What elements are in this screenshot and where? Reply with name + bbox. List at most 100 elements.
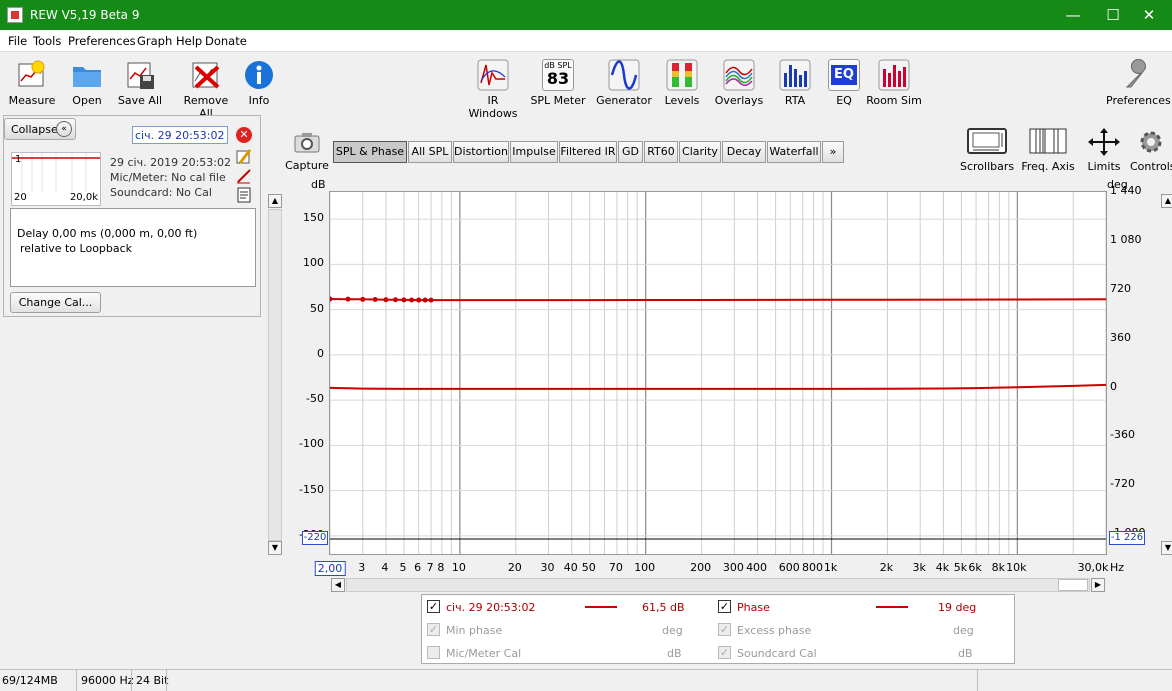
menu-graph[interactable]: Graph <box>137 34 172 48</box>
x-tick-label: 50 <box>581 561 596 574</box>
x-tick-label: 70 <box>608 561 623 574</box>
horizontal-scrollbar-track[interactable] <box>346 578 1090 592</box>
measurement-panel: Collapse « січ. 29 20:53:02 ✕ 1 20 20,0k… <box>3 115 261 317</box>
generator-button[interactable]: Generator <box>596 59 652 107</box>
remove-measurement-icon[interactable]: ✕ <box>236 127 252 143</box>
tab-decay[interactable]: Decay <box>722 141 766 163</box>
relative-text: relative to Loopback <box>20 242 133 255</box>
scroll-down-right-button[interactable]: ▼ <box>1161 541 1172 555</box>
title-bar: REW V5,19 Beta 9 — ☐ ✕ <box>0 0 1172 30</box>
freq-axis-button[interactable]: Freq. Axis <box>1020 127 1076 173</box>
scroll-up-right-button[interactable]: ▲ <box>1161 194 1172 208</box>
x-tick-label: 4k <box>935 561 950 574</box>
open-button[interactable]: Open <box>66 59 108 107</box>
y-min-field[interactable]: -220 <box>302 531 328 545</box>
x-tick-label: 7 <box>426 561 434 574</box>
measurement-notes[interactable]: Delay 0,00 ms (0,000 m, 0,00 ft) relativ… <box>10 208 256 287</box>
save-all-button[interactable]: Save All <box>117 59 163 107</box>
tab-waterfall[interactable]: Waterfall <box>767 141 821 163</box>
x-tick-label: 6k <box>968 561 982 574</box>
open-label: Open <box>72 94 102 107</box>
tab-clarity[interactable]: Clarity <box>679 141 721 163</box>
edit-measurement-icon[interactable] <box>236 149 252 165</box>
levels-button[interactable]: Levels <box>660 59 704 107</box>
x-tick-label: 10 <box>451 561 466 574</box>
pen-icon[interactable] <box>236 168 252 184</box>
notes-icon[interactable] <box>236 187 252 203</box>
scroll-down-button[interactable]: ▼ <box>268 541 282 555</box>
menu-file[interactable]: File <box>8 34 27 48</box>
y2-tick-label: 1 440 <box>1110 184 1142 197</box>
phase-value: 19 deg <box>938 601 977 614</box>
scrollbars-button[interactable]: Scrollbars <box>960 127 1014 173</box>
overlays-button[interactable]: Overlays <box>712 59 766 107</box>
measurement-thumbnail[interactable]: 1 20 20,0k <box>11 152 101 206</box>
info-button[interactable]: Info <box>242 59 276 107</box>
measurement-name-field[interactable]: січ. 29 20:53:02 <box>132 126 228 144</box>
x-tick-label: 100 <box>634 561 656 574</box>
window-title: REW V5,19 Beta 9 <box>30 8 140 22</box>
spl-marker <box>345 296 351 302</box>
menu-donate[interactable]: Donate <box>205 34 247 48</box>
status-divider <box>166 670 167 691</box>
close-window-button[interactable]: ✕ <box>1126 0 1172 30</box>
limits-button[interactable]: Limits <box>1084 127 1124 173</box>
save-all-label: Save All <box>117 94 163 107</box>
menu-preferences[interactable]: Preferences <box>68 34 136 48</box>
mic-cal-checkbox[interactable] <box>427 646 440 659</box>
y2-min-field[interactable]: -1 226 <box>1109 531 1145 545</box>
phase-checkbox[interactable]: ✓ <box>718 600 731 613</box>
excess-phase-checkbox[interactable]: ✓ <box>718 623 731 636</box>
tab-spl-phase[interactable]: SPL & Phase <box>333 141 407 163</box>
folder-icon <box>71 59 103 91</box>
x-min-field[interactable]: 2,00 <box>314 561 346 576</box>
spl-phase-plot[interactable] <box>329 191 1107 555</box>
measure-button[interactable]: Measure <box>6 59 58 107</box>
menu-bar: File Tools Preferences Graph Help Donate <box>0 30 1172 52</box>
menu-help[interactable]: Help <box>176 34 202 48</box>
trace-checkbox[interactable]: ✓ <box>427 600 440 613</box>
spl-meter-button[interactable]: dB SPL 83 SPL Meter <box>530 59 586 107</box>
room-sim-button[interactable]: Room Sim <box>866 59 922 107</box>
controls-button[interactable]: Controls <box>1130 127 1172 173</box>
trace-value: 61,5 dB <box>642 601 685 614</box>
scroll-right-button[interactable]: ▶ <box>1091 578 1105 592</box>
ir-windows-button[interactable]: IR Windows <box>462 59 524 120</box>
scroll-up-button[interactable]: ▲ <box>268 194 282 208</box>
limits-label: Limits <box>1087 160 1121 173</box>
spl-marker <box>409 297 415 303</box>
tab-impulse[interactable]: Impulse <box>510 141 558 163</box>
collapse-label: Collapse <box>11 123 58 136</box>
save-all-icon <box>124 59 156 91</box>
vertical-scrollbar-track[interactable] <box>268 209 282 541</box>
phase-line-swatch <box>876 606 908 608</box>
tab-all-spl[interactable]: All SPL <box>408 141 452 163</box>
min-phase-checkbox[interactable]: ✓ <box>427 623 440 636</box>
tab-distortion[interactable]: Distortion <box>453 141 509 163</box>
collapse-button[interactable]: Collapse « <box>4 118 76 140</box>
x-tick-label: 40 <box>563 561 578 574</box>
preferences-button[interactable]: Preferences <box>1106 59 1171 107</box>
menu-tools[interactable]: Tools <box>33 34 61 48</box>
y-tick-label: 150 <box>303 211 324 225</box>
rta-button[interactable]: RTA <box>776 59 814 107</box>
soundcard-cal-checkbox[interactable]: ✓ <box>718 646 731 659</box>
tab-filtered-ir[interactable]: Filtered IR <box>559 141 617 163</box>
tab-more[interactable]: » <box>822 141 844 163</box>
x-tick-label: 5k <box>953 561 968 574</box>
scroll-left-button[interactable]: ◀ <box>331 578 345 592</box>
eq-button[interactable]: EQ EQ <box>826 59 862 107</box>
spl-curve <box>330 298 1106 302</box>
tab-rt60[interactable]: RT60 <box>644 141 678 163</box>
x-tick-label: 4 <box>381 561 389 574</box>
levels-icon <box>666 59 698 91</box>
remove-all-button[interactable]: Remove All <box>176 59 236 120</box>
x-tick-label: 10k <box>1006 561 1027 574</box>
x-tick-label: 8 <box>437 561 445 574</box>
x-tick-label: 20 <box>507 561 522 574</box>
tab-gd[interactable]: GD <box>618 141 643 163</box>
capture-button[interactable]: Capture <box>285 131 329 172</box>
horizontal-scrollbar-thumb[interactable] <box>1058 579 1088 591</box>
change-cal-button[interactable]: Change Cal... <box>10 292 101 313</box>
capture-label: Capture <box>285 159 329 172</box>
